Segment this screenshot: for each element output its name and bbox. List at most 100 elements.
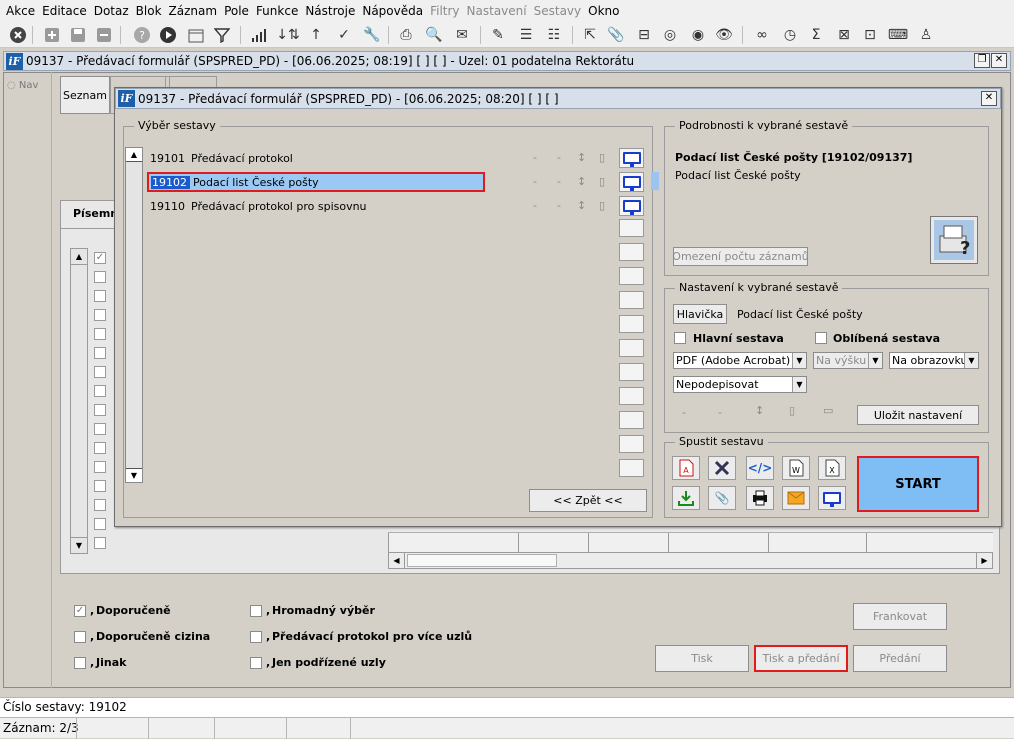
print-preview-icon[interactable]: 🔍: [424, 25, 444, 45]
empty-row-button[interactable]: [619, 339, 644, 357]
list-icon[interactable]: ☰: [516, 25, 536, 45]
checklist-icon[interactable]: ☷: [544, 25, 564, 45]
signature-select[interactable]: Nepodepisovat ▼: [673, 376, 807, 393]
restore-icon[interactable]: ❐: [974, 53, 990, 68]
monitor-icon[interactable]: [619, 196, 644, 216]
grid-row-checkbox[interactable]: [94, 480, 106, 492]
keyboard-icon[interactable]: ⌨: [888, 25, 908, 45]
sort-descending-icon[interactable]: ↓⇅: [276, 25, 299, 45]
crossed-tools-icon[interactable]: [708, 456, 736, 480]
menu-item-9[interactable]: Filtry: [428, 0, 464, 22]
frankovat-button[interactable]: Frankovat: [853, 603, 947, 630]
close-circle-icon[interactable]: [8, 25, 28, 45]
envelope-icon[interactable]: [782, 486, 810, 510]
report-row[interactable]: 19110 Předávací protokol pro spisovnu - - ↕ ▯: [147, 196, 647, 216]
filter-icon[interactable]: [212, 25, 232, 45]
dialog-close-icon[interactable]: ✕: [981, 91, 997, 106]
check-icon[interactable]: ✓: [334, 25, 354, 45]
word-file-icon[interactable]: W: [782, 456, 810, 480]
output-select[interactable]: Na obrazovku ▼: [889, 352, 979, 369]
option-checkbox[interactable]: [250, 657, 262, 669]
help-icon[interactable]: ?: [132, 25, 152, 45]
menu-item-6[interactable]: Funkce: [254, 0, 303, 22]
save-icon[interactable]: [68, 25, 88, 45]
report-row[interactable]: 19101 Předávací protokol - - ↕ ▯: [147, 148, 647, 168]
monitor-icon[interactable]: [619, 148, 644, 168]
empty-row-button[interactable]: [619, 411, 644, 429]
monitor-icon[interactable]: [818, 486, 846, 510]
menu-item-0[interactable]: Akce: [4, 0, 40, 22]
empty-row-button[interactable]: [619, 363, 644, 381]
empty-row-button[interactable]: [619, 435, 644, 453]
scroll-down-icon[interactable]: ▼: [71, 537, 87, 553]
grid-row-checkbox[interactable]: [94, 442, 106, 454]
close-icon[interactable]: ✕: [991, 53, 1007, 68]
empty-row-button[interactable]: [619, 219, 644, 237]
orientation-select[interactable]: Na výšku ▼: [813, 352, 883, 369]
pisemn-tab[interactable]: Písemn: [60, 200, 120, 228]
clock-icon[interactable]: ◷: [780, 25, 800, 45]
grid-row-checkbox[interactable]: [94, 499, 106, 511]
grid-row-checkbox[interactable]: [94, 347, 106, 359]
format-select[interactable]: PDF (Adobe Acrobat) ▼: [673, 352, 807, 369]
menu-item-4[interactable]: Záznam: [167, 0, 223, 22]
calendar-icon[interactable]: [186, 25, 206, 45]
option-checkbox[interactable]: ✓: [74, 605, 86, 617]
glasses-icon[interactable]: ∞: [752, 25, 772, 45]
mail-icon[interactable]: ✉: [452, 25, 472, 45]
empty-row-button[interactable]: [619, 459, 644, 477]
excel-icon[interactable]: ⊠: [834, 25, 854, 45]
user-desk-icon[interactable]: ♙: [916, 25, 936, 45]
download-green-icon[interactable]: [672, 486, 700, 510]
grid-row-checkbox[interactable]: [94, 461, 106, 473]
remove-record-icon[interactable]: [94, 25, 114, 45]
main-report-checkbox[interactable]: [674, 332, 686, 344]
empty-row-button[interactable]: [619, 267, 644, 285]
empty-row-button[interactable]: [619, 387, 644, 405]
predani-button[interactable]: Předání: [853, 645, 947, 672]
option-checkbox[interactable]: [250, 605, 262, 617]
attachment-icon[interactable]: 📎: [606, 25, 626, 45]
menu-item-11[interactable]: Sestavy: [532, 0, 587, 22]
wrench-icon[interactable]: 🔧: [362, 25, 382, 45]
menu-item-7[interactable]: Nástroje: [303, 0, 360, 22]
grid-row-checkbox[interactable]: [94, 271, 106, 283]
empty-row-button[interactable]: [619, 243, 644, 261]
attachment-icon[interactable]: 📎: [708, 486, 736, 510]
bars-icon[interactable]: [250, 25, 270, 45]
grid-scrollbar-horizontal[interactable]: ◀ ▶: [388, 552, 993, 569]
scroll-thumb[interactable]: [407, 554, 557, 567]
print-icon[interactable]: [746, 486, 774, 510]
excel-file-icon[interactable]: X: [818, 456, 846, 480]
option-checkbox[interactable]: [250, 631, 262, 643]
empty-row-button[interactable]: [619, 315, 644, 333]
menu-item-5[interactable]: Pole: [222, 0, 254, 22]
scroll-left-icon[interactable]: ◀: [389, 553, 405, 568]
menu-item-10[interactable]: Nastavení: [465, 0, 532, 22]
grid-row-checkbox[interactable]: [94, 290, 106, 302]
tisk-button[interactable]: Tisk: [655, 645, 749, 672]
grid-row-checkbox[interactable]: [94, 366, 106, 378]
menu-item-12[interactable]: Okno: [586, 0, 624, 22]
tisk-a-predani-button[interactable]: Tisk a předání: [754, 645, 848, 672]
menu-item-8[interactable]: Nápověda: [360, 0, 428, 22]
favorite-report-checkbox[interactable]: [815, 332, 827, 344]
grid-row-checkbox[interactable]: ✓: [94, 252, 106, 264]
report-list-scrollbar[interactable]: ▲ ▼: [125, 147, 143, 483]
monitor-icon[interactable]: [619, 172, 644, 192]
menu-item-2[interactable]: Dotaz: [92, 0, 134, 22]
grid-row-checkbox[interactable]: [94, 423, 106, 435]
compass-icon[interactable]: ◉: [688, 25, 708, 45]
code-file-icon[interactable]: ⊡: [860, 25, 880, 45]
grid-scrollbar-vertical[interactable]: ▲ ▼: [70, 248, 88, 554]
sort-ascending-icon[interactable]: ↑: [306, 25, 326, 45]
start-button[interactable]: START: [857, 456, 979, 512]
add-record-icon[interactable]: [42, 25, 62, 45]
grid-row-checkbox[interactable]: [94, 537, 106, 549]
export-icon[interactable]: ⇱: [580, 25, 600, 45]
sum-icon[interactable]: Σ: [806, 25, 826, 45]
print-icon[interactable]: ⎙: [396, 25, 416, 45]
printer-help-icon[interactable]: ?: [930, 216, 978, 264]
seznam-tab[interactable]: Seznam: [60, 76, 110, 114]
empty-row-button[interactable]: [619, 291, 644, 309]
